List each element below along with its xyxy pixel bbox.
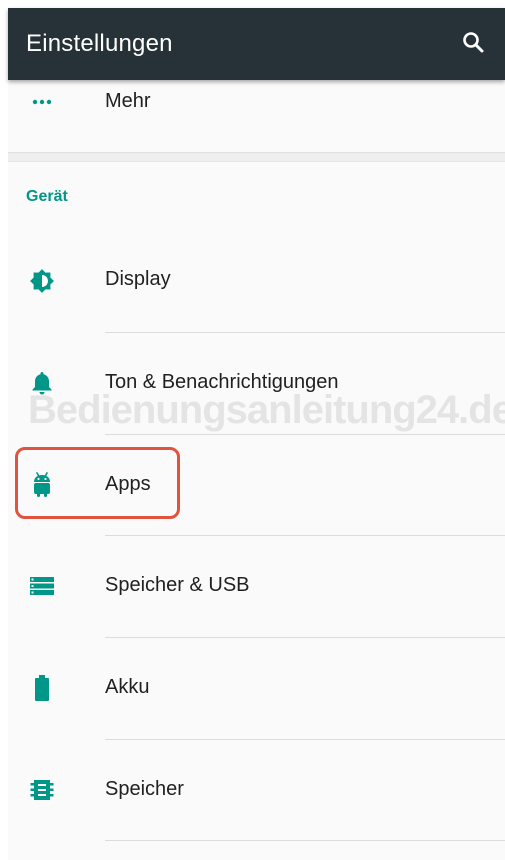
settings-item-label: Mehr — [105, 90, 151, 112]
settings-item-label: Speicher & USB — [105, 574, 250, 596]
settings-item-speicher[interactable]: Speicher — [8, 740, 505, 840]
settings-item-label: Speicher — [105, 778, 184, 800]
settings-item-mehr[interactable]: Mehr — [8, 80, 505, 124]
brightness-icon — [28, 267, 56, 295]
list-divider — [105, 840, 505, 841]
android-icon — [28, 471, 56, 499]
memory-chip-icon — [28, 776, 56, 804]
screen: Einstellungen Mehr Gerät Display Ton & B… — [0, 0, 505, 860]
more-dots-icon — [28, 88, 56, 116]
battery-icon — [28, 674, 56, 702]
settings-item-display[interactable]: Display — [8, 230, 505, 332]
settings-item-label: Apps — [105, 473, 151, 495]
search-button[interactable] — [453, 24, 493, 64]
bell-icon — [28, 369, 56, 397]
section-header-geraet: Gerät — [26, 188, 68, 205]
app-bar: Einstellungen — [8, 8, 505, 80]
page-title: Einstellungen — [26, 30, 173, 57]
section-divider — [8, 152, 505, 162]
storage-icon — [28, 572, 56, 600]
settings-item-label: Ton & Benachrichtigungen — [105, 371, 339, 393]
settings-item-apps[interactable]: Apps — [8, 435, 505, 535]
settings-item-speicher-usb[interactable]: Speicher & USB — [8, 536, 505, 637]
settings-item-ton-benachrichtigungen[interactable]: Ton & Benachrichtigungen — [8, 333, 505, 434]
settings-item-akku[interactable]: Akku — [8, 638, 505, 739]
settings-item-label: Akku — [105, 676, 150, 698]
settings-list: Mehr Gerät Display Ton & Benachrichtigun… — [8, 80, 505, 860]
settings-item-label: Display — [105, 268, 171, 290]
search-icon[interactable] — [461, 30, 485, 59]
